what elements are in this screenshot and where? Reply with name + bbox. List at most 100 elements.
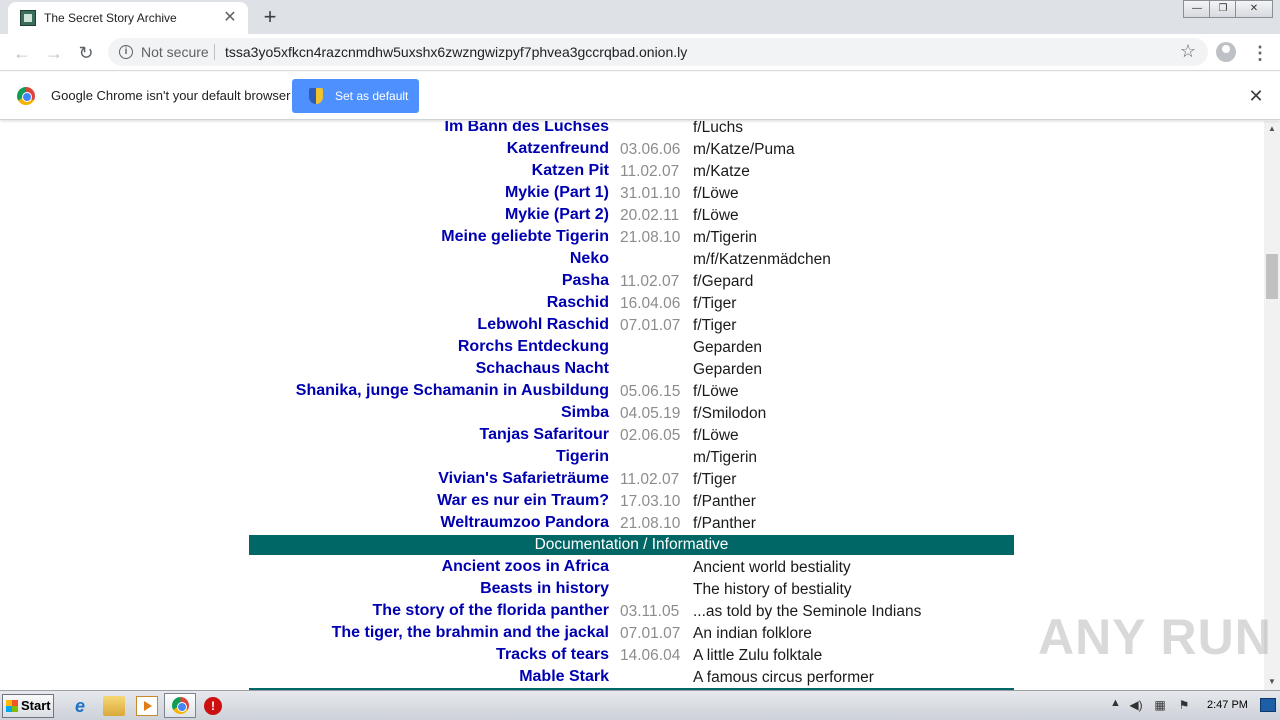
story-row: Katzen Pit 11.02.07 m/Katze: [0, 160, 1264, 182]
browser-tab[interactable]: The Secret Story Archive ✕: [8, 2, 248, 34]
story-title-link[interactable]: Katzen Pit: [532, 162, 609, 180]
story-row: Im Bann des Luchses f/Luchs: [0, 121, 1264, 138]
story-title-link[interactable]: Beasts in history: [480, 580, 609, 598]
taskbar-clock[interactable]: 2:47 PM: [1207, 699, 1248, 711]
story-row: Tigerin m/Tigerin: [0, 446, 1264, 468]
address-bar[interactable]: i Not secure tssa3yo5xfkcn4razcnmdhw5uxs…: [108, 38, 1208, 66]
story-row: Rorchs Entdeckung Geparden: [0, 336, 1264, 358]
story-date: 17.03.10: [620, 493, 681, 510]
url-text[interactable]: tssa3yo5xfkcn4razcnmdhw5uxshx6zwzngwizpy…: [225, 44, 687, 60]
story-description: f/Panther: [693, 493, 756, 510]
story-title-link[interactable]: Rorchs Entdeckung: [458, 338, 609, 356]
infobar-message: Google Chrome isn't your default browser: [51, 88, 291, 103]
site-favicon-icon: [20, 10, 36, 26]
story-title-link[interactable]: Tanjas Safaritour: [479, 426, 609, 444]
story-title-link[interactable]: Neko: [570, 250, 609, 268]
story-description: f/Löwe: [693, 383, 739, 400]
bookmark-star-icon[interactable]: ☆: [1180, 41, 1196, 62]
story-description: A famous circus performer: [693, 669, 874, 686]
security-label[interactable]: Not secure: [141, 44, 209, 60]
story-date: 07.01.07: [620, 625, 681, 642]
story-title-link[interactable]: The story of the florida panther: [373, 602, 609, 620]
back-arrow-icon[interactable]: ←: [8, 39, 36, 67]
story-description: m/Katze: [693, 163, 750, 180]
chrome-logo-icon: [17, 87, 35, 105]
story-row: War es nur ein Traum? 17.03.10 f/Panther: [0, 490, 1264, 512]
story-description: Geparden: [693, 361, 762, 378]
action-center-flag-icon[interactable]: ⚑: [1176, 698, 1192, 713]
menu-kebab-icon[interactable]: ⋮: [1250, 39, 1270, 67]
story-title-link[interactable]: Shanika, junge Schamanin in Ausbildung: [296, 382, 609, 400]
story-title-link[interactable]: Schachaus Nacht: [476, 360, 609, 378]
story-title-link[interactable]: The tiger, the brahmin and the jackal: [332, 624, 609, 642]
story-title-link[interactable]: Meine geliebte Tigerin: [441, 228, 609, 246]
chrome-icon: [172, 697, 189, 714]
story-date: 31.01.10: [620, 185, 681, 202]
set-as-default-button[interactable]: Set as default: [292, 79, 419, 113]
story-description: m/Katze/Puma: [693, 141, 795, 158]
story-title-link[interactable]: War es nur ein Traum?: [437, 492, 609, 510]
start-label: Start: [21, 698, 51, 713]
story-date: 21.08.10: [620, 229, 681, 246]
story-title-link[interactable]: Vivian's Safarieträume: [438, 470, 609, 488]
internet-explorer-icon[interactable]: e: [69, 696, 91, 716]
windows-taskbar: Start e ! ▲ ◀) ▦ ⚑ 2:47 PM: [0, 690, 1280, 720]
story-description: ...as told by the Seminole Indians: [693, 603, 922, 620]
story-row: Katzenfreund 03.06.06 m/Katze/Puma: [0, 138, 1264, 160]
tray-expand-arrow-icon[interactable]: ▲: [1110, 697, 1121, 709]
show-desktop-icon[interactable]: [1260, 698, 1276, 712]
story-date: 05.06.15: [620, 383, 681, 400]
new-tab-button[interactable]: +: [256, 4, 284, 32]
story-date: 11.02.07: [620, 471, 680, 488]
minimize-button[interactable]: —: [1183, 0, 1211, 18]
stop-sign-icon[interactable]: !: [204, 697, 222, 715]
reload-icon[interactable]: ↻: [72, 39, 100, 67]
story-row: Neko m/f/Katzenmädchen: [0, 248, 1264, 270]
scroll-up-arrow-icon[interactable]: ▲: [1264, 121, 1280, 137]
maximize-button[interactable]: ❐: [1209, 0, 1237, 18]
start-button[interactable]: Start: [2, 694, 54, 718]
scrollbar-thumb[interactable]: [1266, 254, 1278, 299]
anyrun-watermark: ANY RUN: [1038, 609, 1272, 665]
story-row: Pasha 11.02.07 f/Gepard: [0, 270, 1264, 292]
story-description: A little Zulu folktale: [693, 647, 823, 664]
chrome-taskbar-button[interactable]: [164, 693, 196, 718]
story-title-link[interactable]: Weltraumzoo Pandora: [440, 514, 609, 532]
story-row: Schachaus Nacht Geparden: [0, 358, 1264, 380]
story-row: Vivian's Safarieträume 11.02.07 f/Tiger: [0, 468, 1264, 490]
page-content: Im Bann des Luchses f/Luchs Katzenfreund 03…: [0, 121, 1264, 690]
story-title-link[interactable]: Mable Stark: [519, 668, 609, 686]
default-browser-infobar: Google Chrome isn't your default browser…: [0, 72, 1280, 120]
tab-close-icon[interactable]: ✕: [220, 8, 240, 28]
system-tray: ▲ ◀) ▦ ⚑ 2:47 PM: [1102, 694, 1280, 718]
tab-title: The Secret Story Archive: [44, 11, 177, 25]
story-description: f/Panther: [693, 515, 756, 532]
story-title-link[interactable]: Lebwohl Raschid: [477, 316, 609, 334]
window-close-button[interactable]: ✕: [1235, 0, 1273, 18]
story-title-link[interactable]: Katzenfreund: [507, 140, 609, 158]
page-scrollbar[interactable]: ▲ ▼: [1264, 121, 1280, 690]
story-title-link[interactable]: Tigerin: [556, 448, 609, 466]
story-description: Geparden: [693, 339, 762, 356]
media-player-icon[interactable]: [136, 696, 158, 716]
story-title-link[interactable]: Raschid: [547, 294, 609, 312]
file-explorer-icon[interactable]: [103, 696, 125, 716]
story-description: f/Tiger: [693, 471, 737, 488]
profile-avatar-icon[interactable]: [1216, 42, 1236, 62]
story-row: Meine geliebte Tigerin 21.08.10 m/Tigerin: [0, 226, 1264, 248]
story-title-link[interactable]: Mykie (Part 1): [505, 184, 609, 202]
network-icon[interactable]: ▦: [1152, 698, 1168, 713]
info-icon[interactable]: i: [119, 45, 133, 59]
story-title-link[interactable]: Tracks of tears: [496, 646, 609, 664]
story-title-link[interactable]: Im Bann des Luchses: [445, 121, 610, 136]
story-row: Shanika, junge Schamanin in Ausbildung 05…: [0, 380, 1264, 402]
scroll-down-arrow-icon[interactable]: ▼: [1264, 674, 1280, 690]
omnibox-divider: [214, 44, 215, 60]
story-title-link[interactable]: Simba: [561, 404, 609, 422]
forward-arrow-icon[interactable]: →: [40, 39, 68, 67]
infobar-close-icon[interactable]: ✕: [1246, 86, 1266, 106]
story-title-link[interactable]: Ancient zoos in Africa: [442, 558, 609, 576]
story-title-link[interactable]: Mykie (Part 2): [505, 206, 609, 224]
volume-icon[interactable]: ◀): [1128, 698, 1144, 713]
story-title-link[interactable]: Pasha: [562, 272, 609, 290]
